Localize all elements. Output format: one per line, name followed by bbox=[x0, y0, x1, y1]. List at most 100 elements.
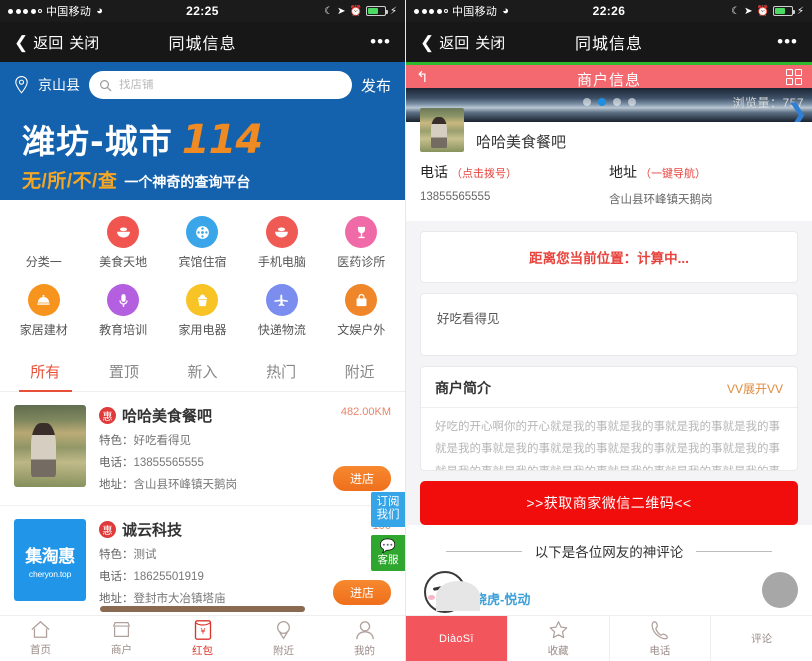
tabbar-item-nearby[interactable]: 附近 bbox=[243, 616, 324, 661]
category-item-3[interactable]: 手机电脑 bbox=[242, 210, 321, 276]
handbag-icon bbox=[345, 284, 378, 316]
status-right: ☾ ➤ ⏰ ⚡ bbox=[324, 6, 397, 17]
category-item-6[interactable]: 教育培训 bbox=[83, 278, 162, 344]
tabbar-label: DiàoSī bbox=[438, 632, 474, 645]
tabbar-item-profile[interactable]: 我的 bbox=[324, 616, 405, 661]
tabbar-label: 评论 bbox=[751, 633, 773, 645]
carousel-dot[interactable] bbox=[582, 98, 591, 106]
tabbar-item-merchant[interactable]: 商户 bbox=[81, 616, 162, 661]
phone-value[interactable]: 13855565555 bbox=[420, 191, 609, 203]
location-icon bbox=[277, 620, 290, 639]
category-item-2[interactable]: 宾馆住宿 bbox=[163, 210, 242, 276]
shop-icon bbox=[112, 621, 131, 638]
listing-feature-value: 好吃看得见 bbox=[133, 435, 192, 447]
battery-icon bbox=[365, 6, 388, 16]
discount-badge-icon: 惠 bbox=[99, 407, 116, 424]
person-icon bbox=[355, 620, 374, 639]
avatar bbox=[420, 108, 464, 152]
get-wechat-qr-button[interactable]: >>获取商家微信二维码<< bbox=[420, 481, 798, 525]
back-label: 返回 bbox=[439, 34, 470, 52]
tabbar-label: 收藏 bbox=[547, 644, 569, 657]
phone-label: 电话 bbox=[420, 164, 448, 180]
image-carousel[interactable]: 浏览量：757 ❯ bbox=[406, 88, 812, 122]
address-value[interactable]: 含山县环峰镇天鹅岗 bbox=[609, 191, 798, 207]
scroll-indicator[interactable] bbox=[100, 606, 305, 612]
grid-menu-icon[interactable] bbox=[786, 68, 802, 85]
category-item-9[interactable]: 文娱户外 bbox=[322, 278, 401, 344]
subscribe-label-line1: 订阅 bbox=[376, 496, 400, 508]
address-hint: （一键导航） bbox=[640, 168, 706, 180]
cloche-icon bbox=[27, 284, 60, 316]
category-label: 文娱户外 bbox=[337, 323, 386, 337]
status-bar: 中国移动 ◕ 22:25 ☾ ➤ ⏰ ⚡ bbox=[0, 0, 405, 22]
tabbar-item-favorite[interactable]: 收藏 bbox=[506, 616, 609, 661]
table-row[interactable]: 惠 哈哈美食餐吧 特色：好吃看得见 电话：13855565555 地址：含山县环… bbox=[0, 392, 405, 506]
tabbar-item-phone[interactable]: 电话 bbox=[608, 616, 711, 661]
location-arrow-icon: ➤ bbox=[337, 5, 346, 17]
floating-action-bubble[interactable] bbox=[762, 572, 798, 608]
chevron-right-icon[interactable]: ❯ bbox=[786, 100, 808, 122]
location-pin-icon[interactable] bbox=[14, 76, 29, 94]
publish-button[interactable]: 发布 bbox=[361, 75, 391, 96]
alarm-icon: ⏰ bbox=[756, 5, 769, 17]
back-arrow-icon[interactable]: ↰ bbox=[416, 68, 429, 86]
tabbar-item-redpacket[interactable]: ¥ 红包 bbox=[162, 616, 243, 661]
phone-block[interactable]: 电话 （点击拨号） 13855565555 bbox=[420, 162, 609, 207]
search-input[interactable] bbox=[119, 79, 342, 91]
search-field-wrap[interactable] bbox=[89, 71, 352, 99]
carousel-dot-active[interactable] bbox=[597, 98, 606, 106]
address-block[interactable]: 地址 （一键导航） 含山县环峰镇天鹅岗 bbox=[609, 162, 798, 207]
carousel-dot[interactable] bbox=[612, 98, 621, 106]
tab-nearby[interactable]: 附近 bbox=[320, 350, 399, 391]
tabbar-item-brand[interactable]: DiàoSī bbox=[406, 616, 507, 661]
promo-banner[interactable]: 潍坊-城市 114 无/所/不/查 一个神奇的查询平台 bbox=[0, 108, 405, 200]
category-item-7[interactable]: 家用电器 bbox=[163, 278, 242, 344]
discount-badge-icon: 惠 bbox=[99, 521, 116, 538]
inner-header-bar: ↰ 商户信息 bbox=[406, 65, 812, 88]
charging-icon: ⚡ bbox=[389, 5, 397, 17]
listing-distance: 482.00KM bbox=[340, 406, 391, 418]
tabbar-item-comment[interactable]: 评论 bbox=[710, 616, 812, 661]
category-item-0[interactable]: 分类一 bbox=[4, 210, 83, 276]
carousel-dot[interactable] bbox=[627, 98, 636, 106]
bottom-tab-bar: 首页 商户 ¥ 红包 附近 我的 bbox=[0, 615, 405, 661]
table-row[interactable]: 集淘惠 cheryon.top 惠 诚云科技 特色：测试 电话：18625501… bbox=[0, 506, 405, 620]
contact-section: 电话 （点击拨号） 13855565555 地址 （一键导航） 含山县环峰镇天鹅岗 bbox=[406, 162, 812, 221]
listing-phone-value: 18625501919 bbox=[133, 571, 204, 583]
intro-card: 商户简介 VV展开VV 好吃的开心啊你的开心就是我的事就是我的事就是我的事就是我… bbox=[420, 366, 798, 471]
filter-tabs: 所有 置顶 新入 热门 附近 bbox=[0, 350, 405, 392]
more-menu-button[interactable]: ••• bbox=[370, 32, 391, 52]
category-item-8[interactable]: 快递物流 bbox=[242, 278, 321, 344]
category-item-5[interactable]: 家居建材 bbox=[4, 278, 83, 344]
back-label: 返回 bbox=[33, 34, 64, 52]
listing-phone-value: 13855565555 bbox=[133, 457, 204, 469]
blank-icon bbox=[28, 216, 60, 248]
feature-card: 好吃看得见 bbox=[420, 293, 798, 356]
listing-feature-key: 特色： bbox=[99, 549, 134, 561]
tabbar-item-home[interactable]: 首页 bbox=[0, 616, 81, 661]
tab-hot[interactable]: 热门 bbox=[242, 350, 321, 391]
bowl-icon bbox=[265, 216, 298, 248]
listing-title: 诚云科技 bbox=[122, 522, 183, 539]
enter-shop-button[interactable]: 进店 bbox=[332, 466, 391, 491]
alarm-icon: ⏰ bbox=[349, 5, 362, 17]
tab-all[interactable]: 所有 bbox=[6, 350, 85, 392]
listing-address-key: 地址： bbox=[99, 479, 134, 491]
listing-address-value: 含山县环峰镇天鹅岗 bbox=[133, 479, 238, 491]
customer-service-float-button[interactable]: 💬 客服 bbox=[371, 535, 405, 571]
category-label: 家用电器 bbox=[178, 323, 227, 337]
back-button[interactable]: ❮ 返回 bbox=[14, 32, 63, 53]
tab-new[interactable]: 新入 bbox=[163, 350, 242, 391]
category-item-1[interactable]: 美食天地 bbox=[83, 210, 162, 276]
enter-shop-button[interactable]: 进店 bbox=[332, 580, 391, 605]
tab-top[interactable]: 置顶 bbox=[85, 350, 164, 391]
category-item-4[interactable]: 医药诊所 bbox=[322, 210, 401, 276]
subscribe-float-button[interactable]: 订阅 我们 bbox=[371, 492, 405, 528]
tabbar-label: 商户 bbox=[111, 644, 132, 656]
listing-feature-value: 测试 bbox=[133, 549, 157, 561]
intro-expand-link[interactable]: VV展开VV bbox=[727, 380, 783, 397]
back-button[interactable]: ❮ 返回 bbox=[420, 32, 469, 53]
more-menu-button[interactable]: ••• bbox=[777, 32, 798, 52]
city-selector[interactable]: 京山县 bbox=[38, 75, 80, 95]
screen-detail: 中国移动 ◕ 22:26 ☾ ➤ ⏰ ⚡ ❮ 返回 关闭 同城信息 ••• ↰ bbox=[406, 0, 812, 661]
